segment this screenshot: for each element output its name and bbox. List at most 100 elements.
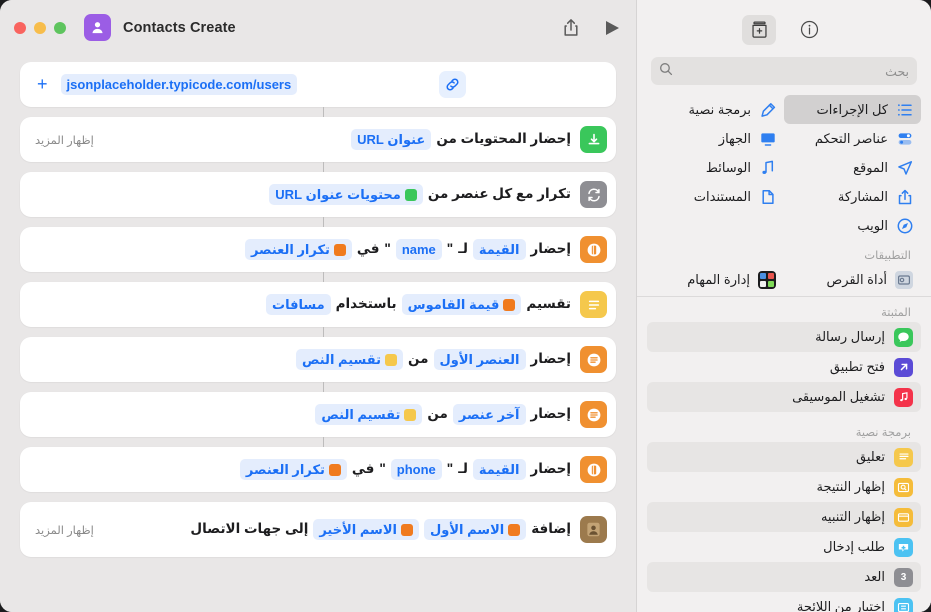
search-field[interactable]: بحث [651, 57, 917, 85]
repeat-with-each-item-action[interactable]: تكرار مع كل عنصر من محتويات عنوان URL [20, 172, 616, 217]
add-to-contacts-action[interactable]: إضافة الاسم الأول الاسم الأخير إلى جهات الا… [20, 502, 616, 557]
location-icon [896, 159, 913, 176]
action-text: إلى جهات الاتصال [190, 521, 309, 537]
mission-control-icon [758, 270, 776, 289]
sidebar-action-label: إظهار النتيجة [816, 479, 885, 494]
sidebar-app-1[interactable]: إدارة المهام [647, 265, 784, 294]
choose-from-list-icon [894, 597, 913, 612]
action-text: من [427, 406, 448, 422]
minimize-button[interactable] [34, 21, 46, 34]
sidebar-app-0[interactable]: أداة القرص [784, 265, 921, 294]
action-token[interactable]: آخر عنصر [452, 403, 526, 426]
messages-icon [894, 327, 913, 347]
sidebar-category-6[interactable]: المشاركة [784, 182, 921, 211]
search-input[interactable]: بحث [679, 64, 909, 79]
action-token[interactable]: القيمة [472, 238, 526, 261]
pinned-section-header: المثبتة [881, 307, 911, 319]
action-token[interactable]: محتويات عنوان URL [269, 183, 423, 206]
sidebar-action-row[interactable]: إظهار النتيجة [647, 472, 921, 502]
sidebar-action-row[interactable]: إرسال رسالة [647, 322, 921, 352]
close-button[interactable] [14, 21, 26, 34]
sidebar-action-row[interactable]: تعليق [647, 442, 921, 472]
contacts-icon [580, 516, 607, 543]
action-card-body: تكرار مع كل عنصر من محتويات عنوان URL [29, 183, 571, 206]
show-more-button[interactable]: إظهار المزيد [35, 133, 94, 147]
add-url-button[interactable]: + [29, 71, 56, 98]
url-value[interactable]: jsonplaceholder.typicode.com/users [60, 73, 298, 96]
sidebar-category-5[interactable]: الوسائط [647, 153, 784, 182]
sidebar-action-row[interactable]: طلب إدخال [647, 532, 921, 562]
url-card-body: jsonplaceholder.typicode.com/users + [29, 71, 298, 98]
show-more-button[interactable]: إظهار المزيد [35, 523, 94, 537]
share-icon [896, 188, 913, 205]
action-token[interactable]: عنوان URL [351, 128, 432, 151]
shortcut-glyph-badge[interactable] [84, 14, 111, 41]
category-label: عناصر التحكم [814, 130, 888, 146]
titlebar-right-controls: Contacts Create [14, 14, 236, 41]
token-label: القيمة [478, 241, 520, 257]
action-token[interactable]: قيمة القاموس [401, 293, 522, 316]
action-token[interactable]: الاسم الأول [423, 518, 527, 541]
sidebar-category-0[interactable]: كل الإجراءات [784, 95, 921, 124]
get-first-item-action[interactable]: إحضار العنصر الأول من تقسيم النص [20, 337, 616, 382]
token-label: الاسم الأخير [319, 521, 397, 537]
token-label: phone [396, 461, 436, 477]
sidebar-action-label: تعليق [856, 449, 885, 464]
action-token[interactable]: phone [390, 458, 442, 481]
sidebar-category-1[interactable]: برمجة نصية [647, 95, 784, 124]
action-card-body: تقسيم قيمة القاموس باستخدام مسافات [29, 293, 571, 316]
display-icon [759, 130, 776, 147]
action-token[interactable]: name [395, 238, 442, 261]
dictionary-icon [580, 236, 607, 263]
sidebar-action-label: العد [864, 569, 885, 584]
action-token[interactable]: القيمة [472, 458, 526, 481]
action-text: من [407, 351, 429, 367]
get-value-phone-action[interactable]: إحضار القيمة لـ " phone " في تكرار العنصر [20, 447, 616, 492]
flow-connector [20, 437, 616, 447]
token-label: تقسيم النص [321, 406, 401, 422]
sidebar-category-4[interactable]: الموقع [784, 153, 921, 182]
sidebar-action-row[interactable]: فتح تطبيق [647, 352, 921, 382]
sidebar-upper-panel[interactable]: كل الإجراءات برمجة نصية عناصر التحكم الجهاز… [637, 95, 931, 295]
action-token[interactable]: تكرار العنصر [239, 458, 347, 481]
action-text: إحضار [530, 351, 572, 367]
action-token[interactable]: العنصر الأول [433, 348, 526, 371]
sidebar-lower-panel[interactable]: المثبتة إرسال رسالة فتح تطبيق تشغيل الموسي… [637, 296, 931, 612]
action-text: إحضار المحتويات من [436, 131, 571, 147]
sidebar-app-2[interactable]: إعدادات النظام [784, 294, 921, 295]
action-text: إضافة [531, 521, 571, 537]
get-contents-of-url-action[interactable]: إحضار المحتويات من عنوان URL إظهار المزيد [20, 117, 616, 162]
sidebar-action-row[interactable]: اختيار من اللائحة [647, 592, 921, 612]
sidebar-category-2[interactable]: عناصر التحكم [784, 124, 921, 153]
music-note-icon [759, 159, 776, 176]
sidebar-action-row[interactable]: تشغيل الموسيقى [647, 382, 921, 412]
run-icon[interactable] [605, 20, 620, 36]
info-icon[interactable] [792, 15, 826, 45]
sidebar-action-label: تشغيل الموسيقى [792, 389, 885, 404]
action-flow-list[interactable]: jsonplaceholder.typicode.com/users + إحضار… [0, 62, 636, 612]
url-action[interactable]: jsonplaceholder.typicode.com/users + [20, 62, 616, 107]
sidebar-category-3[interactable]: الجهاز [647, 124, 784, 153]
action-token[interactable]: تقسيم النص [315, 403, 423, 426]
link-icon [438, 71, 466, 98]
action-token[interactable]: مسافات [266, 293, 331, 316]
category-label: الموقع [853, 159, 888, 175]
sidebar-action-row[interactable]: 3 العد [647, 562, 921, 592]
sidebar-action-row[interactable]: إظهار التنبيه [647, 502, 921, 532]
action-token[interactable]: تقسيم النص [296, 348, 403, 371]
quote-mark: " [446, 241, 454, 257]
zoom-button[interactable] [54, 21, 66, 34]
add-shortcut-icon[interactable] [742, 14, 776, 45]
get-last-item-action[interactable]: إحضار آخر عنصر من تقسيم النص [20, 392, 616, 437]
document-icon [759, 188, 776, 205]
sidebar-category-7[interactable]: المستندات [647, 182, 784, 211]
list-orange-icon [580, 346, 607, 373]
action-token[interactable]: تكرار العنصر [244, 238, 352, 261]
action-token[interactable]: الاسم الأخير [313, 518, 419, 541]
split-text-action[interactable]: تقسيم قيمة القاموس باستخدام مسافات [20, 282, 616, 327]
get-value-name-action[interactable]: إحضار القيمة لـ " name " في تكرار العنصر [20, 227, 616, 272]
share-icon[interactable] [563, 18, 579, 37]
category-label: الجهاز [718, 130, 751, 146]
sidebar-app-3[interactable]: الاختصارات [647, 294, 784, 295]
sidebar-category-8[interactable]: الويب [784, 211, 921, 240]
